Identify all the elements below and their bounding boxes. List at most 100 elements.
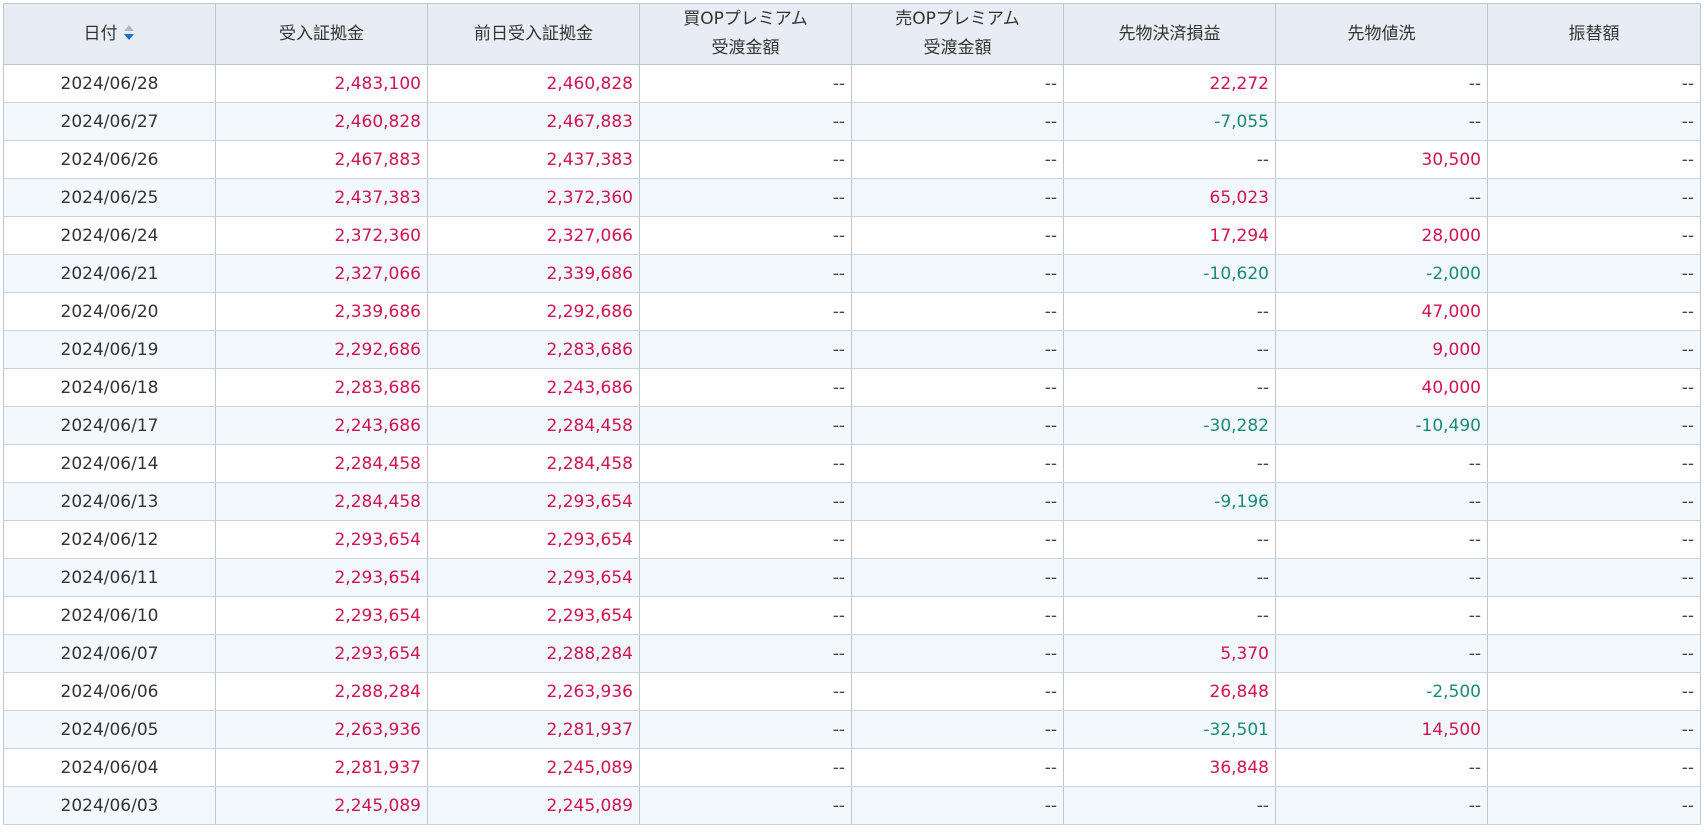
margin-deposit-cell: 2,327,066 [215, 254, 428, 293]
futures-settlement-pl-cell: 65,023 [1063, 178, 1276, 217]
table-row: 2024/06/10 2,293,654 2,293,654 -- -- -- -- -- [3, 596, 1701, 635]
header-label: 振替額 [1568, 23, 1620, 44]
date-cell: 2024/06/26 [3, 140, 216, 179]
prev-margin-deposit-cell: 2,284,458 [427, 406, 640, 445]
prev-margin-deposit-cell: 2,372,360 [427, 178, 640, 217]
header-label: 売OPプレミアム [895, 9, 1020, 29]
margin-deposit-cell: 2,483,100 [215, 64, 428, 103]
sell-op-premium-cell: -- [851, 292, 1064, 331]
prev-margin-deposit-cell: 2,460,828 [427, 64, 640, 103]
buy-op-premium-cell: -- [639, 596, 852, 635]
table-body: 2024/06/28 2,483,100 2,460,828 -- -- 22,272 --… [3, 64, 1701, 825]
table-row: 2024/06/07 2,293,654 2,288,284 -- -- 5,370 -- -… [3, 634, 1701, 673]
date-cell: 2024/06/11 [3, 558, 216, 597]
table-row: 2024/06/20 2,339,686 2,292,686 -- -- -- 47,000… [3, 292, 1701, 331]
date-cell: 2024/06/06 [3, 672, 216, 711]
sell-op-premium-cell: -- [851, 102, 1064, 141]
header-prev-margin-deposit: 前日受入証拠金 [427, 3, 640, 65]
sort-descending-icon[interactable] [123, 24, 136, 41]
prev-margin-deposit-cell: 2,284,458 [427, 444, 640, 483]
futures-mark-to-market-cell: -- [1275, 748, 1488, 787]
header-buy-op-premium: 買OPプレミアム 受渡金額 [639, 3, 852, 65]
transfer-amount-cell: -- [1487, 482, 1701, 521]
buy-op-premium-cell: -- [639, 748, 852, 787]
margin-deposit-cell: 2,243,686 [215, 406, 428, 445]
futures-settlement-pl-cell: -30,282 [1063, 406, 1276, 445]
futures-settlement-pl-cell: -- [1063, 558, 1276, 597]
prev-margin-deposit-cell: 2,292,686 [427, 292, 640, 331]
date-cell: 2024/06/05 [3, 710, 216, 749]
date-cell: 2024/06/18 [3, 368, 216, 407]
margin-history-table: 日付 受入証拠金 前日受入証拠金 買OPプレミアム 受渡金額 売OPプレミアム 受渡金額 先物… [3, 3, 1701, 825]
header-label: 日付 [83, 23, 118, 44]
buy-op-premium-cell: -- [639, 558, 852, 597]
futures-mark-to-market-cell: -- [1275, 102, 1488, 141]
prev-margin-deposit-cell: 2,293,654 [427, 482, 640, 521]
buy-op-premium-cell: -- [639, 406, 852, 445]
buy-op-premium-cell: -- [639, 330, 852, 369]
futures-settlement-pl-cell: -- [1063, 786, 1276, 825]
margin-deposit-cell: 2,293,654 [215, 634, 428, 673]
futures-mark-to-market-cell: -- [1275, 178, 1488, 217]
futures-settlement-pl-cell: -- [1063, 330, 1276, 369]
transfer-amount-cell: -- [1487, 292, 1701, 331]
transfer-amount-cell: -- [1487, 406, 1701, 445]
date-cell: 2024/06/10 [3, 596, 216, 635]
buy-op-premium-cell: -- [639, 482, 852, 521]
futures-mark-to-market-cell: -- [1275, 444, 1488, 483]
header-date[interactable]: 日付 [3, 3, 216, 65]
sell-op-premium-cell: -- [851, 672, 1064, 711]
margin-deposit-cell: 2,467,883 [215, 140, 428, 179]
margin-history-table-container: 日付 受入証拠金 前日受入証拠金 買OPプレミアム 受渡金額 売OPプレミアム 受渡金額 先物… [0, 0, 1704, 825]
margin-deposit-cell: 2,288,284 [215, 672, 428, 711]
buy-op-premium-cell: -- [639, 216, 852, 255]
header-label: 受入証拠金 [279, 23, 364, 44]
table-row: 2024/06/06 2,288,284 2,263,936 -- -- 26,848 -2… [3, 672, 1701, 711]
sell-op-premium-cell: -- [851, 596, 1064, 635]
prev-margin-deposit-cell: 2,288,284 [427, 634, 640, 673]
table-row: 2024/06/03 2,245,089 2,245,089 -- -- -- -- -- [3, 786, 1701, 825]
header-transfer-amount: 振替額 [1487, 3, 1701, 65]
prev-margin-deposit-cell: 2,339,686 [427, 254, 640, 293]
sort-down-arrow-icon [123, 33, 134, 40]
margin-deposit-cell: 2,283,686 [215, 368, 428, 407]
sell-op-premium-cell: -- [851, 710, 1064, 749]
transfer-amount-cell: -- [1487, 64, 1701, 103]
date-cell: 2024/06/21 [3, 254, 216, 293]
margin-deposit-cell: 2,460,828 [215, 102, 428, 141]
futures-mark-to-market-cell: -- [1275, 596, 1488, 635]
futures-settlement-pl-cell: -10,620 [1063, 254, 1276, 293]
transfer-amount-cell: -- [1487, 596, 1701, 635]
futures-settlement-pl-cell: -- [1063, 140, 1276, 179]
transfer-amount-cell: -- [1487, 254, 1701, 293]
date-cell: 2024/06/25 [3, 178, 216, 217]
date-cell: 2024/06/27 [3, 102, 216, 141]
table-row: 2024/06/26 2,467,883 2,437,383 -- -- -- 30,500… [3, 140, 1701, 179]
date-cell: 2024/06/12 [3, 520, 216, 559]
prev-margin-deposit-cell: 2,293,654 [427, 596, 640, 635]
date-cell: 2024/06/20 [3, 292, 216, 331]
header-sell-op-premium: 売OPプレミアム 受渡金額 [851, 3, 1064, 65]
date-cell: 2024/06/04 [3, 748, 216, 787]
transfer-amount-cell: -- [1487, 520, 1701, 559]
table-row: 2024/06/13 2,284,458 2,293,654 -- -- -9,196 --… [3, 482, 1701, 521]
table-row: 2024/06/14 2,284,458 2,284,458 -- -- -- -- -- [3, 444, 1701, 483]
buy-op-premium-cell: -- [639, 64, 852, 103]
prev-margin-deposit-cell: 2,245,089 [427, 786, 640, 825]
futures-settlement-pl-cell: 5,370 [1063, 634, 1276, 673]
sell-op-premium-cell: -- [851, 178, 1064, 217]
margin-deposit-cell: 2,293,654 [215, 558, 428, 597]
futures-mark-to-market-cell: -2,000 [1275, 254, 1488, 293]
buy-op-premium-cell: -- [639, 368, 852, 407]
table-row: 2024/06/12 2,293,654 2,293,654 -- -- -- -- -- [3, 520, 1701, 559]
table-row: 2024/06/21 2,327,066 2,339,686 -- -- -10,620-… [3, 254, 1701, 293]
table-row: 2024/06/19 2,292,686 2,283,686 -- -- -- 9,000-… [3, 330, 1701, 369]
prev-margin-deposit-cell: 2,293,654 [427, 558, 640, 597]
prev-margin-deposit-cell: 2,281,937 [427, 710, 640, 749]
table-row: 2024/06/11 2,293,654 2,293,654 -- -- -- -- -- [3, 558, 1701, 597]
transfer-amount-cell: -- [1487, 368, 1701, 407]
header-label: 受渡金額 [923, 38, 992, 58]
futures-settlement-pl-cell: -- [1063, 520, 1276, 559]
sell-op-premium-cell: -- [851, 748, 1064, 787]
sell-op-premium-cell: -- [851, 444, 1064, 483]
